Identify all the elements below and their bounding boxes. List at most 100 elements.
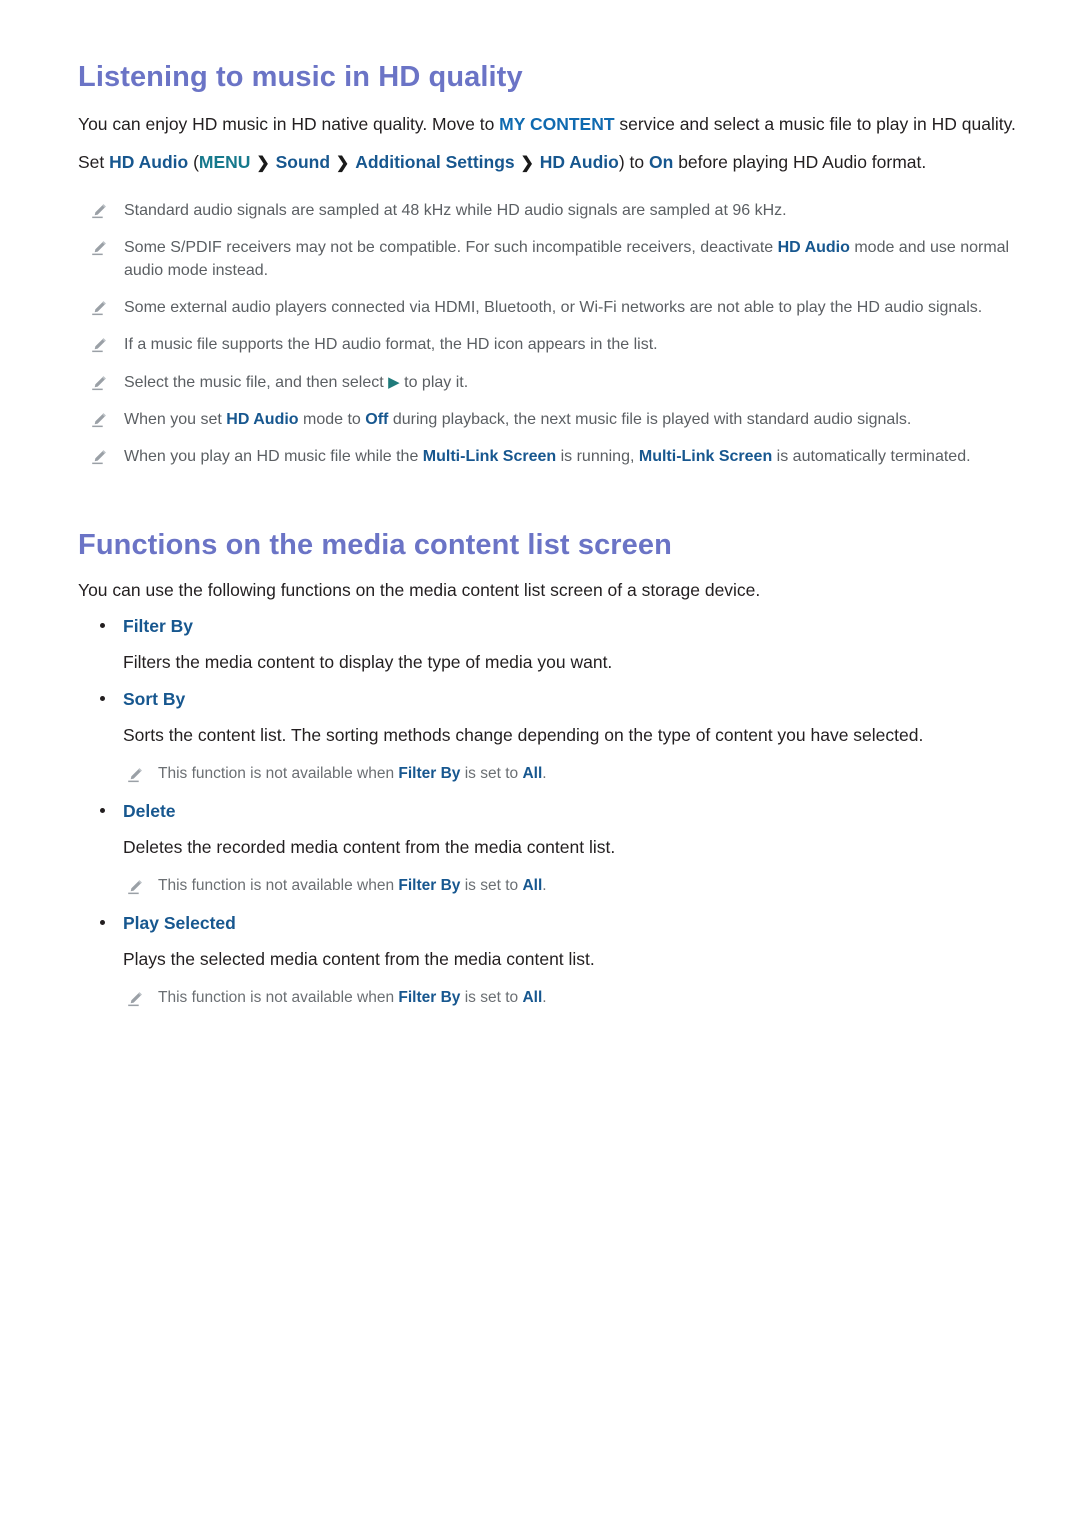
note-segment: Standard audio signals are sampled at 48… bbox=[124, 201, 787, 219]
all-value[interactable]: All bbox=[522, 877, 542, 894]
list-item-description: Plays the selected media content from th… bbox=[123, 949, 595, 970]
pencil-icon bbox=[90, 448, 108, 466]
note-segment: is automatically terminated. bbox=[772, 448, 971, 466]
list-item-filter-by[interactable]: Filter By bbox=[78, 616, 1030, 637]
note-segment: to play it. bbox=[399, 373, 469, 391]
all-value[interactable]: All bbox=[522, 989, 542, 1006]
note-row: This function is not available when Filt… bbox=[78, 763, 1030, 785]
note-text: When you play an HD music file while the… bbox=[124, 445, 971, 468]
note-row: This function is not available when Filt… bbox=[78, 875, 1030, 897]
bullet-label[interactable]: Filter By bbox=[123, 616, 193, 637]
bullet-dot-icon bbox=[100, 920, 105, 926]
list-item-sort-by[interactable]: Sort By bbox=[78, 689, 1030, 710]
note-row: Standard audio signals are sampled at 48… bbox=[78, 199, 1030, 222]
pencil-icon bbox=[90, 299, 108, 317]
chevron-right-icon-1: ❯ bbox=[256, 155, 270, 173]
note-text: Some external audio players connected vi… bbox=[124, 296, 982, 319]
note-text: Select the music file, and then select ▶… bbox=[124, 371, 468, 394]
off-value[interactable]: Off bbox=[365, 411, 388, 428]
intro-paragraph-hd-quality: You can enjoy HD music in HD native qual… bbox=[78, 111, 1030, 138]
pencil-icon bbox=[90, 202, 108, 220]
page-title-media-functions: Functions on the media content list scre… bbox=[78, 529, 672, 562]
chevron-right-icon-3: ❯ bbox=[520, 155, 534, 173]
intro-text-part2: service and select a music file to play … bbox=[614, 113, 1016, 134]
note-segment: is set to bbox=[460, 988, 523, 1006]
note-row: Some external audio players connected vi… bbox=[78, 296, 1030, 319]
additional-settings-link[interactable]: Additional Settings bbox=[355, 152, 514, 172]
note-text: This function is not available when Filt… bbox=[158, 763, 547, 785]
pencil-icon bbox=[90, 239, 108, 257]
note-segment: is set to bbox=[460, 764, 523, 782]
pencil-icon bbox=[126, 878, 144, 896]
hd-audio-link[interactable]: HD Audio bbox=[109, 152, 188, 172]
open-paren: ( bbox=[188, 152, 199, 173]
chevron-right-icon-2: ❯ bbox=[335, 155, 350, 173]
note-segment: Some external audio players connected vi… bbox=[124, 299, 983, 317]
pencil-icon bbox=[126, 766, 144, 784]
pencil-icon bbox=[90, 374, 108, 392]
note-segment: during playback, the next music file is … bbox=[388, 410, 912, 428]
on-value[interactable]: On bbox=[649, 152, 673, 172]
note-segment: This function is not available when bbox=[158, 988, 399, 1006]
page-title-hd-quality: Listening to music in HD quality bbox=[78, 61, 523, 93]
note-segment: Some S/PDIF receivers may not be compati… bbox=[124, 238, 778, 256]
note-segment: . bbox=[542, 876, 547, 894]
all-value[interactable]: All bbox=[522, 765, 542, 782]
set-hd-audio-paragraph: Set HD Audio (MENU ❯ Sound ❯ Additional … bbox=[78, 149, 1030, 176]
list-item-description: Filters the media content to display the… bbox=[123, 651, 613, 672]
bullet-label[interactable]: Delete bbox=[123, 801, 176, 822]
note-row: This function is not available when Filt… bbox=[78, 987, 1030, 1009]
menu-link[interactable]: MENU bbox=[199, 152, 251, 172]
set-line-tail: before playing HD Audio format. bbox=[673, 152, 927, 173]
note-segment: . bbox=[542, 764, 547, 782]
note-segment: is set to bbox=[460, 876, 523, 894]
note-segment: Select the music file, and then select bbox=[124, 373, 389, 391]
note-segment: mode to bbox=[298, 410, 366, 428]
list-item-description: Sorts the content list. The sorting meth… bbox=[123, 725, 924, 746]
hd-audio-link[interactable]: HD Audio bbox=[778, 239, 850, 256]
close-paren-to: ) to bbox=[618, 152, 650, 173]
bullet-dot-icon bbox=[100, 808, 105, 814]
my-content-link[interactable]: MY CONTENT bbox=[499, 114, 614, 134]
filter-by-link[interactable]: Filter By bbox=[398, 989, 460, 1006]
note-row: When you set HD Audio mode to Off during… bbox=[78, 408, 1030, 431]
bullet-label[interactable]: Sort By bbox=[123, 689, 185, 710]
list-item-delete[interactable]: Delete bbox=[78, 801, 1030, 822]
list-item-description: Deletes the recorded media content from … bbox=[123, 837, 616, 858]
hd-audio-link[interactable]: HD Audio bbox=[226, 411, 298, 428]
note-text: When you set HD Audio mode to Off during… bbox=[124, 408, 911, 431]
filter-by-link[interactable]: Filter By bbox=[398, 765, 460, 782]
note-text: This function is not available when Filt… bbox=[158, 987, 547, 1009]
note-row: When you play an HD music file while the… bbox=[78, 445, 1030, 468]
intro-paragraph-media-functions: You can use the following functions on t… bbox=[78, 580, 761, 600]
multi-link-screen-link[interactable]: Multi-Link Screen bbox=[639, 448, 772, 465]
note-segment: is running, bbox=[556, 448, 639, 466]
pencil-icon bbox=[90, 411, 108, 429]
note-row: Some S/PDIF receivers may not be compati… bbox=[78, 236, 1030, 282]
note-text: This function is not available when Filt… bbox=[158, 875, 547, 897]
note-segment: . bbox=[542, 988, 547, 1006]
list-item-play-selected[interactable]: Play Selected bbox=[78, 913, 1030, 934]
play-icon: ▶ bbox=[388, 373, 400, 391]
bullet-label[interactable]: Play Selected bbox=[123, 913, 236, 934]
note-segment: When you set bbox=[124, 410, 227, 428]
hd-audio-link-2[interactable]: HD Audio bbox=[540, 152, 619, 172]
note-text: Some S/PDIF receivers may not be compati… bbox=[124, 236, 1024, 282]
note-row: Select the music file, and then select ▶… bbox=[78, 371, 1030, 394]
pencil-icon bbox=[90, 336, 108, 354]
note-row: If a music file supports the HD audio fo… bbox=[78, 333, 1030, 356]
note-text: If a music file supports the HD audio fo… bbox=[124, 333, 658, 356]
intro-text-part1: You can enjoy HD music in HD native qual… bbox=[78, 113, 500, 134]
set-prefix: Set bbox=[78, 152, 110, 173]
pencil-icon bbox=[126, 990, 144, 1008]
note-segment: This function is not available when bbox=[158, 876, 399, 894]
note-segment: When you play an HD music file while the bbox=[124, 448, 423, 466]
bullet-dot-icon bbox=[100, 622, 105, 628]
bullet-dot-icon bbox=[100, 696, 105, 702]
note-segment: This function is not available when bbox=[158, 764, 399, 782]
sound-link[interactable]: Sound bbox=[276, 152, 330, 172]
note-segment: If a music file supports the HD audio fo… bbox=[124, 336, 658, 354]
multi-link-screen-link[interactable]: Multi-Link Screen bbox=[423, 448, 556, 465]
note-text: Standard audio signals are sampled at 48… bbox=[124, 199, 787, 222]
filter-by-link[interactable]: Filter By bbox=[398, 877, 460, 894]
